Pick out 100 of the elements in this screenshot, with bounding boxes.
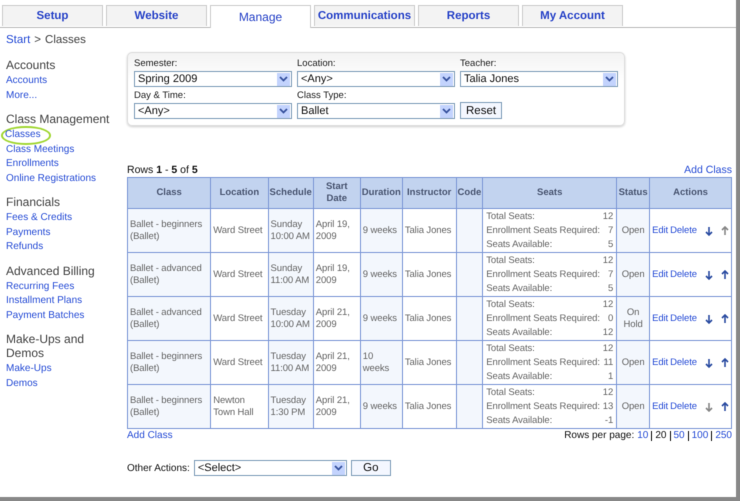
page-size-option[interactable]: 250 bbox=[715, 430, 732, 441]
filter-label: Teacher: bbox=[460, 58, 498, 69]
location-text: Ward Street bbox=[213, 224, 264, 236]
edit-link[interactable]: Edit bbox=[652, 268, 668, 280]
seat-count: 13 bbox=[602, 400, 614, 412]
sidebar-link[interactable]: Installment Plans bbox=[6, 294, 82, 308]
date-text: April 21, 2009 bbox=[316, 306, 351, 330]
nav-tab[interactable]: Reports bbox=[418, 5, 519, 26]
date-text: April 21, 2009 bbox=[316, 394, 351, 418]
duration-text: 9 weeks bbox=[362, 224, 398, 236]
sidebar-link[interactable]: Payment Batches bbox=[6, 308, 84, 323]
seat-count: 12 bbox=[602, 254, 614, 266]
schedule-text: Tuesday 1:30 PM bbox=[270, 394, 307, 418]
seat-label: Enrollment Seats Required: bbox=[486, 356, 600, 368]
nav-tab[interactable]: My Account bbox=[522, 5, 623, 26]
sidebar-link[interactable]: Classes bbox=[3, 128, 49, 142]
schedule-text: Sunday 10:00 AM bbox=[270, 218, 311, 242]
sidebar-heading: Advanced Billing bbox=[6, 264, 96, 278]
seat-label: Enrollment Seats Required: bbox=[486, 400, 600, 412]
page-size-option[interactable]: 20 bbox=[655, 430, 666, 441]
location-text: Ward Street bbox=[213, 268, 264, 280]
date-text: April 19, 2009 bbox=[316, 262, 351, 286]
sidebar-link[interactable]: Payments bbox=[6, 226, 50, 240]
nav-tab[interactable]: Setup bbox=[2, 5, 103, 26]
edit-link[interactable]: Edit bbox=[652, 400, 668, 412]
instructor-name: Talia Jones bbox=[404, 312, 452, 324]
edit-link[interactable]: Edit bbox=[652, 312, 668, 324]
seat-label: Total Seats: bbox=[486, 298, 535, 310]
status-text: Open bbox=[620, 268, 646, 280]
delete-link[interactable]: Delete bbox=[670, 356, 697, 368]
delete-link[interactable]: Delete bbox=[670, 312, 697, 324]
filter-label: Semester: bbox=[134, 58, 178, 69]
seat-label: Total Seats: bbox=[486, 386, 535, 398]
sidebar-heading: Class Management bbox=[6, 112, 110, 126]
seat-count: -1 bbox=[604, 414, 614, 426]
actions-dropdown[interactable]: <Select> bbox=[194, 460, 347, 476]
seat-label: Enrollment Seats Required: bbox=[486, 312, 600, 324]
duration-text: 9 weeks bbox=[362, 312, 398, 324]
status-text: Open bbox=[620, 224, 646, 236]
seat-count: 12 bbox=[602, 342, 614, 354]
sidebar-link[interactable]: Make-Ups bbox=[6, 362, 52, 376]
sidebar-link[interactable]: Demos bbox=[6, 376, 38, 391]
class-name: Ballet - beginners (Ballet) bbox=[130, 350, 204, 374]
nav-tab[interactable]: Communications bbox=[314, 5, 415, 26]
sidebar-link[interactable]: Refunds bbox=[6, 240, 44, 254]
breadcrumb-link[interactable]: Start bbox=[6, 34, 30, 46]
sidebar-link[interactable]: Fees & Credits bbox=[6, 211, 72, 226]
sidebar-link[interactable]: Class Meetings bbox=[6, 142, 74, 157]
seat-label: Total Seats: bbox=[486, 342, 535, 354]
filter-dropdown[interactable]: <Any> bbox=[297, 71, 455, 87]
reset-button[interactable]: Reset bbox=[460, 102, 502, 119]
duration-text: 9 weeks bbox=[362, 400, 398, 412]
schedule-text: Tuesday 11:00 AM bbox=[270, 350, 310, 374]
page-size-option[interactable]: 100 bbox=[692, 430, 708, 441]
seat-count: 0 bbox=[608, 312, 614, 324]
filter-dropdown[interactable]: Talia Jones bbox=[460, 71, 618, 87]
edit-link[interactable]: Edit bbox=[652, 356, 668, 368]
seat-label: Seats Available: bbox=[486, 282, 552, 294]
seat-count: 12 bbox=[602, 386, 614, 398]
sidebar-link[interactable]: Accounts bbox=[6, 74, 48, 88]
seat-count: 5 bbox=[608, 238, 614, 250]
seat-label: Seats Available: bbox=[486, 370, 552, 382]
page-size-option[interactable]: 10 bbox=[637, 430, 648, 441]
location-text: Ward Street bbox=[213, 312, 264, 324]
duration-text: 9 weeks bbox=[362, 268, 398, 280]
seat-count: 12 bbox=[602, 298, 614, 310]
filter-dropdown[interactable]: Ballet bbox=[297, 103, 455, 119]
instructor-name: Talia Jones bbox=[404, 356, 452, 368]
sidebar-heading: Make-Ups and Demos bbox=[6, 332, 86, 360]
sidebar-heading: Accounts bbox=[6, 58, 56, 72]
page-size-option[interactable]: 50 bbox=[674, 430, 685, 441]
seat-count: 7 bbox=[608, 224, 614, 236]
date-text: April 21, 2009 bbox=[316, 350, 351, 374]
add-class-link[interactable]: Add Class bbox=[127, 430, 173, 441]
seat-count: 5 bbox=[608, 282, 614, 294]
sidebar-link[interactable]: Recurring Fees bbox=[6, 280, 74, 294]
column-header: Actions bbox=[673, 187, 708, 198]
seat-label: Seats Available: bbox=[486, 238, 552, 250]
class-name: Ballet - beginners (Ballet) bbox=[130, 218, 204, 242]
nav-tab[interactable]: Manage bbox=[210, 5, 311, 28]
go-button[interactable]: Go bbox=[350, 460, 391, 476]
delete-link[interactable]: Delete bbox=[670, 400, 697, 412]
sidebar-link[interactable]: Enrollments bbox=[6, 157, 59, 172]
add-class-link[interactable]: Add Class bbox=[684, 164, 732, 176]
sidebar-link[interactable]: More... bbox=[6, 88, 38, 103]
filter-dropdown[interactable]: Spring 2009 bbox=[134, 71, 292, 87]
schedule-text: Tuesday 10:00 AM bbox=[270, 306, 311, 330]
seat-label: Enrollment Seats Required: bbox=[486, 268, 600, 280]
column-header: Location bbox=[220, 187, 260, 198]
seat-label: Total Seats: bbox=[486, 210, 535, 222]
seat-count: 11 bbox=[603, 356, 614, 368]
filter-dropdown[interactable]: <Any> bbox=[134, 103, 292, 119]
date-text: April 19, 2009 bbox=[316, 218, 351, 242]
sidebar-link[interactable]: Online Registrations bbox=[6, 172, 96, 186]
delete-link[interactable]: Delete bbox=[670, 224, 697, 236]
location-text: Newton Town Hall bbox=[213, 394, 255, 418]
edit-link[interactable]: Edit bbox=[652, 224, 668, 236]
filter-label: Class Type: bbox=[297, 90, 348, 101]
delete-link[interactable]: Delete bbox=[670, 268, 697, 280]
nav-tab[interactable]: Website bbox=[106, 5, 207, 26]
